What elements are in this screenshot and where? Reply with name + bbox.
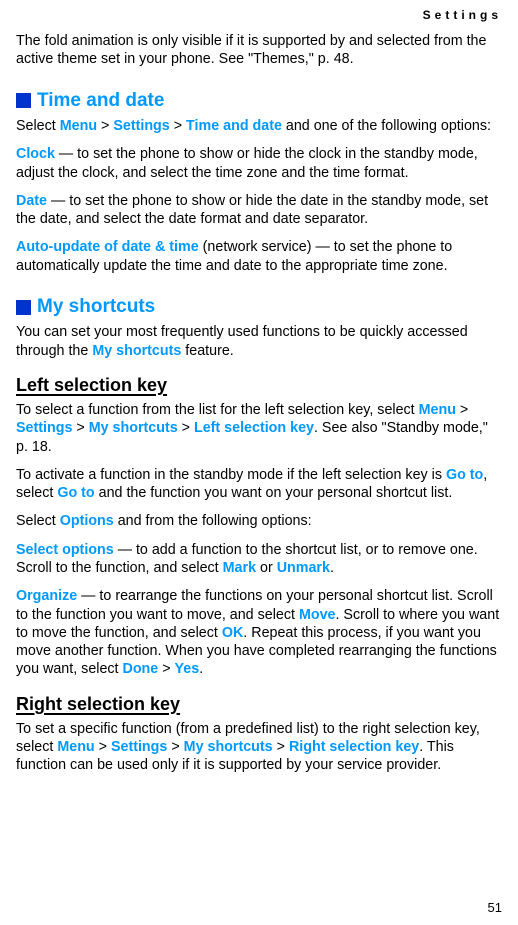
text: Select xyxy=(16,513,60,529)
text: and one of the following options: xyxy=(282,118,491,134)
sep: > xyxy=(97,118,113,134)
text: feature. xyxy=(181,343,233,359)
page-number: 51 xyxy=(488,900,502,915)
time-and-date-heading: Time and date xyxy=(16,89,502,113)
section-square-icon xyxy=(16,300,31,315)
my-shortcuts-bold: My shortcuts xyxy=(92,343,181,359)
text: To select a function from the list for t… xyxy=(16,402,419,418)
goto-label: Go to xyxy=(446,467,483,483)
goto-label: Go to xyxy=(57,485,94,501)
right-key-p1: To set a specific function (from a prede… xyxy=(16,720,502,775)
text: or xyxy=(256,560,277,576)
yes-label: Yes xyxy=(175,661,200,677)
left-key-p1: To select a function from the list for t… xyxy=(16,401,502,456)
organize-item: Organize — to rearrange the functions on… xyxy=(16,587,502,678)
clock-option: Clock — to set the phone to show or hide… xyxy=(16,145,502,182)
unmark-label: Unmark xyxy=(277,560,330,576)
auto-update-option: Auto-update of date & time (network serv… xyxy=(16,238,502,275)
intro-paragraph: The fold animation is only visible if it… xyxy=(16,32,502,69)
breadcrumb-my-shortcuts: My shortcuts xyxy=(184,739,273,755)
breadcrumb-right-selection-key: Right selection key xyxy=(289,739,419,755)
date-desc: — to set the phone to show or hide the d… xyxy=(16,193,488,227)
breadcrumb-menu: Menu xyxy=(57,739,94,755)
breadcrumb-my-shortcuts: My shortcuts xyxy=(89,420,178,436)
right-selection-key-heading: Right selection key xyxy=(16,693,502,716)
breadcrumb-left-selection-key: Left selection key xyxy=(194,420,314,436)
done-label: Done xyxy=(123,661,159,677)
time-and-date-title-text: Time and date xyxy=(37,89,164,113)
select-options-item: Select options — to add a function to th… xyxy=(16,541,502,578)
text: To activate a function in the standby mo… xyxy=(16,467,446,483)
select-options-label: Select options xyxy=(16,542,114,558)
breadcrumb-menu: Menu xyxy=(419,402,456,418)
date-option: Date — to set the phone to show or hide … xyxy=(16,192,502,229)
my-shortcuts-title-text: My shortcuts xyxy=(37,295,155,319)
breadcrumb-settings: Settings xyxy=(113,118,169,134)
breadcrumb-menu: Menu xyxy=(60,118,97,134)
page-header-label: Settings xyxy=(423,8,502,22)
sep: > xyxy=(72,420,88,436)
breadcrumb-time-and-date: Time and date xyxy=(186,118,282,134)
text: You can set your most frequently used fu… xyxy=(16,324,468,358)
left-selection-key-heading: Left selection key xyxy=(16,374,502,397)
my-shortcuts-heading: My shortcuts xyxy=(16,295,502,319)
options-label: Options xyxy=(60,513,114,529)
text: and from the following options: xyxy=(114,513,312,529)
page-content: The fold animation is only visible if it… xyxy=(16,0,502,775)
date-label: Date xyxy=(16,193,47,209)
text: Select xyxy=(16,118,60,134)
mark-label: Mark xyxy=(223,560,256,576)
breadcrumb-settings: Settings xyxy=(16,420,72,436)
sep: > xyxy=(95,739,111,755)
auto-update-label: Auto-update of date & time xyxy=(16,239,199,255)
sep: > xyxy=(178,420,194,436)
organize-label: Organize xyxy=(16,588,77,604)
left-key-p3: Select Options and from the following op… xyxy=(16,512,502,530)
sep: > xyxy=(456,402,468,418)
move-label: Move xyxy=(299,607,336,623)
sep: > xyxy=(170,118,186,134)
text: and the function you want on your person… xyxy=(95,485,453,501)
text: . xyxy=(330,560,334,576)
clock-desc: — to set the phone to show or hide the c… xyxy=(16,146,478,180)
my-shortcuts-intro: You can set your most frequently used fu… xyxy=(16,323,502,360)
breadcrumb-settings: Settings xyxy=(111,739,167,755)
sep: > xyxy=(158,661,174,677)
ok-label: OK xyxy=(222,625,243,641)
text: . xyxy=(199,661,203,677)
sep: > xyxy=(167,739,183,755)
sep: > xyxy=(273,739,289,755)
clock-label: Clock xyxy=(16,146,55,162)
left-key-p2: To activate a function in the standby mo… xyxy=(16,466,502,503)
time-date-select-line: Select Menu > Settings > Time and date a… xyxy=(16,117,502,135)
section-square-icon xyxy=(16,93,31,108)
